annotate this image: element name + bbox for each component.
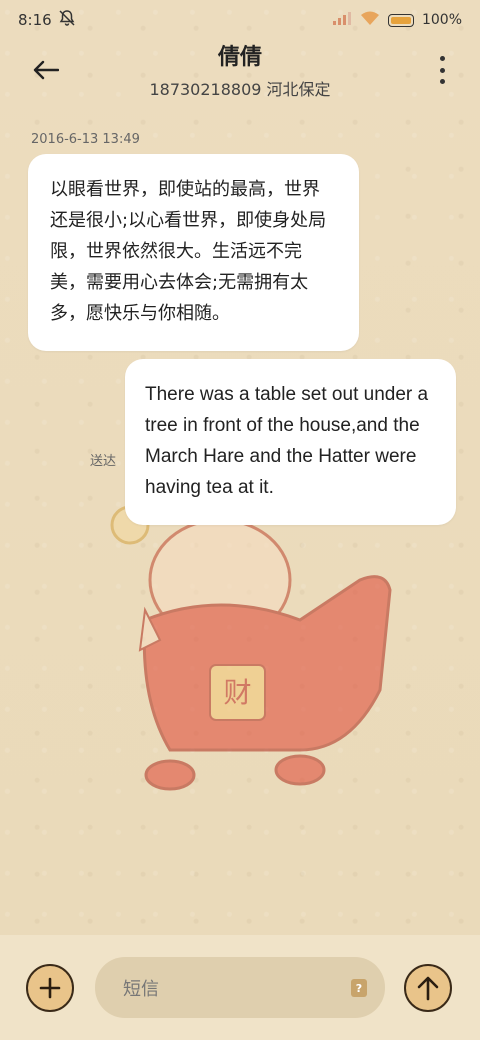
- message-timestamp: 2016-6-13 13:49: [31, 132, 140, 147]
- mute-bell-icon: [58, 9, 76, 31]
- outgoing-message-bubble[interactable]: There was a table set out under a tree i…: [125, 359, 456, 525]
- more-options-button[interactable]: [434, 56, 450, 84]
- delivery-status: 送达: [90, 454, 117, 469]
- message-input[interactable]: 短信 ?: [95, 957, 385, 1018]
- message-input-placeholder: 短信: [123, 978, 159, 1000]
- contact-name: 倩倩: [217, 45, 262, 70]
- contact-detail: 18730218809 河北保定: [149, 80, 331, 99]
- incoming-message-text: 以眼看世界，即使站的最高，世界还是很小;以心看世界，即使身处局限，世界依然很大。…: [50, 179, 327, 324]
- conversation-header: 倩倩 18730218809 河北保定: [0, 40, 480, 104]
- battery-icon: [387, 13, 414, 27]
- add-attachment-button[interactable]: [26, 964, 74, 1012]
- message-composer: 短信 ?: [0, 935, 480, 1040]
- fortune-badge: 财: [223, 676, 251, 709]
- contact-info[interactable]: 倩倩 18730218809 河北保定: [0, 44, 480, 100]
- arrow-up-icon: [417, 976, 439, 1001]
- battery-level: 100%: [421, 12, 462, 28]
- background-illustration: 财: [100, 500, 420, 820]
- more-dot-icon: [439, 56, 445, 61]
- status-time: 8:16: [18, 11, 52, 29]
- outgoing-message-text: There was a table set out under a tree i…: [145, 384, 429, 498]
- more-dot-icon: [439, 67, 445, 73]
- signal-icon: [332, 11, 352, 29]
- send-button[interactable]: [404, 964, 452, 1012]
- incoming-message-bubble[interactable]: 以眼看世界，即使站的最高，世界还是很小;以心看世界，即使身处局限，世界依然很大。…: [28, 154, 359, 351]
- sim-card-icon[interactable]: ?: [351, 979, 367, 997]
- plus-icon: [39, 977, 61, 999]
- more-dot-icon: [439, 79, 445, 84]
- status-bar: 8:16 100%: [0, 0, 480, 40]
- wifi-icon: [360, 11, 380, 30]
